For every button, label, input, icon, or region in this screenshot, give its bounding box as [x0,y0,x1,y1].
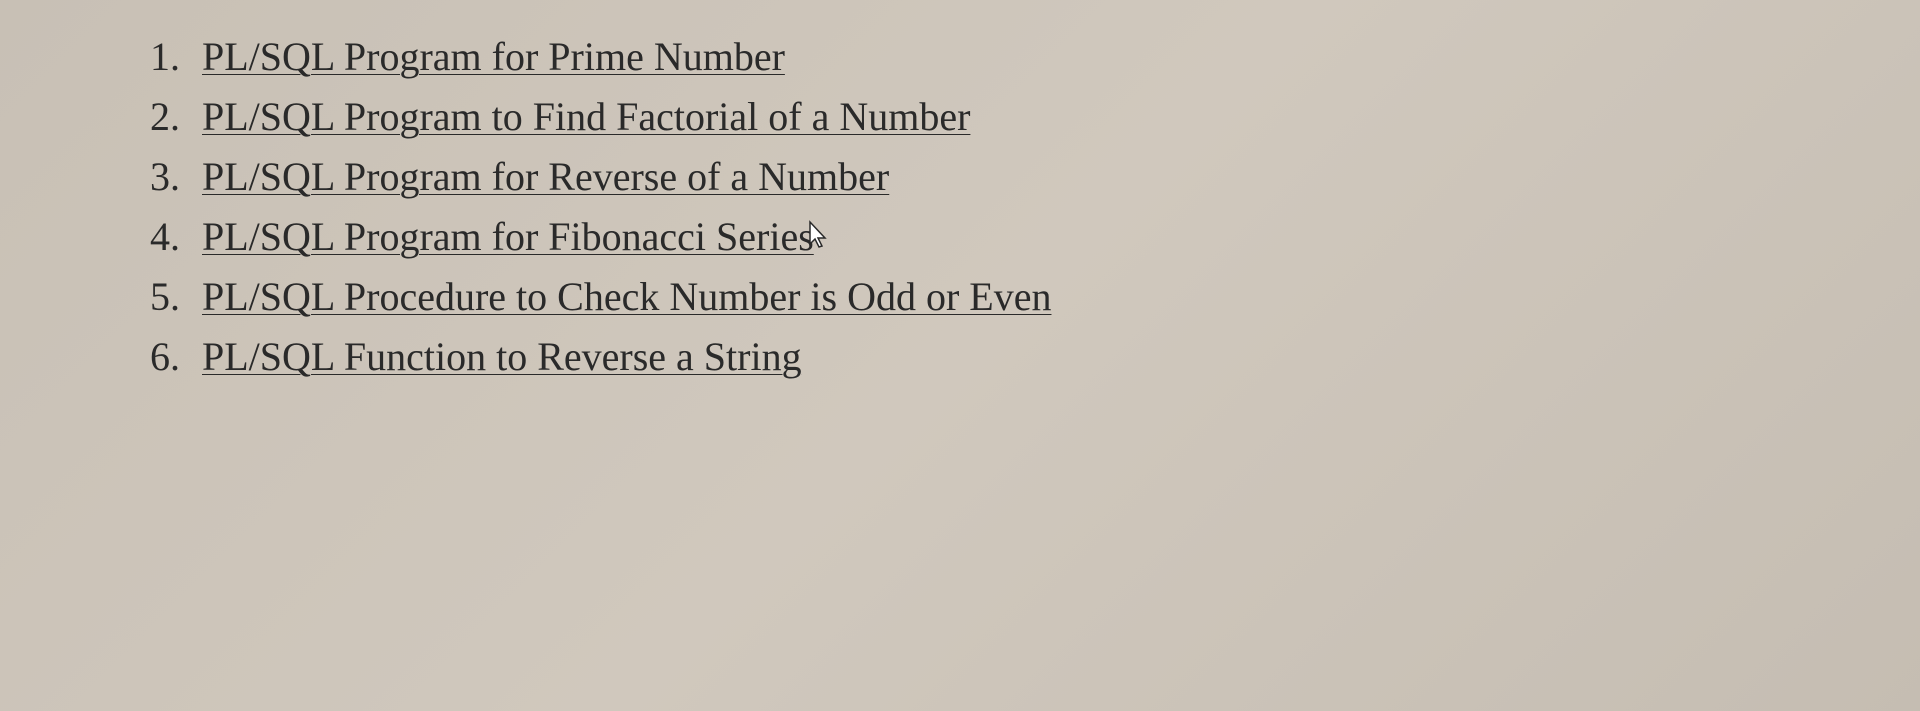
link-fibonacci[interactable]: PL/SQL Program for Fibonacci Series [202,210,814,264]
list-item: 5. PL/SQL Procedure to Check Number is O… [130,270,1920,324]
link-reverse-string[interactable]: PL/SQL Function to Reverse a String [202,330,802,384]
list-item: 2. PL/SQL Program to Find Factorial of a… [130,90,1920,144]
list-number: 1. [130,30,180,84]
list-item: 4. PL/SQL Program for Fibonacci Series [130,210,1920,264]
list-item: 3. PL/SQL Program for Reverse of a Numbe… [130,150,1920,204]
link-factorial[interactable]: PL/SQL Program to Find Factorial of a Nu… [202,90,970,144]
link-prime-number[interactable]: PL/SQL Program for Prime Number [202,30,785,84]
numbered-list: 1. PL/SQL Program for Prime Number 2. PL… [130,30,1920,384]
list-number: 2. [130,90,180,144]
list-item: 6. PL/SQL Function to Reverse a String [130,330,1920,384]
list-item: 1. PL/SQL Program for Prime Number [130,30,1920,84]
cursor-icon [806,210,830,264]
list-number: 6. [130,330,180,384]
list-number: 5. [130,270,180,324]
link-reverse-number[interactable]: PL/SQL Program for Reverse of a Number [202,150,889,204]
link-odd-even[interactable]: PL/SQL Procedure to Check Number is Odd … [202,270,1051,324]
list-number: 4. [130,210,180,264]
list-number: 3. [130,150,180,204]
